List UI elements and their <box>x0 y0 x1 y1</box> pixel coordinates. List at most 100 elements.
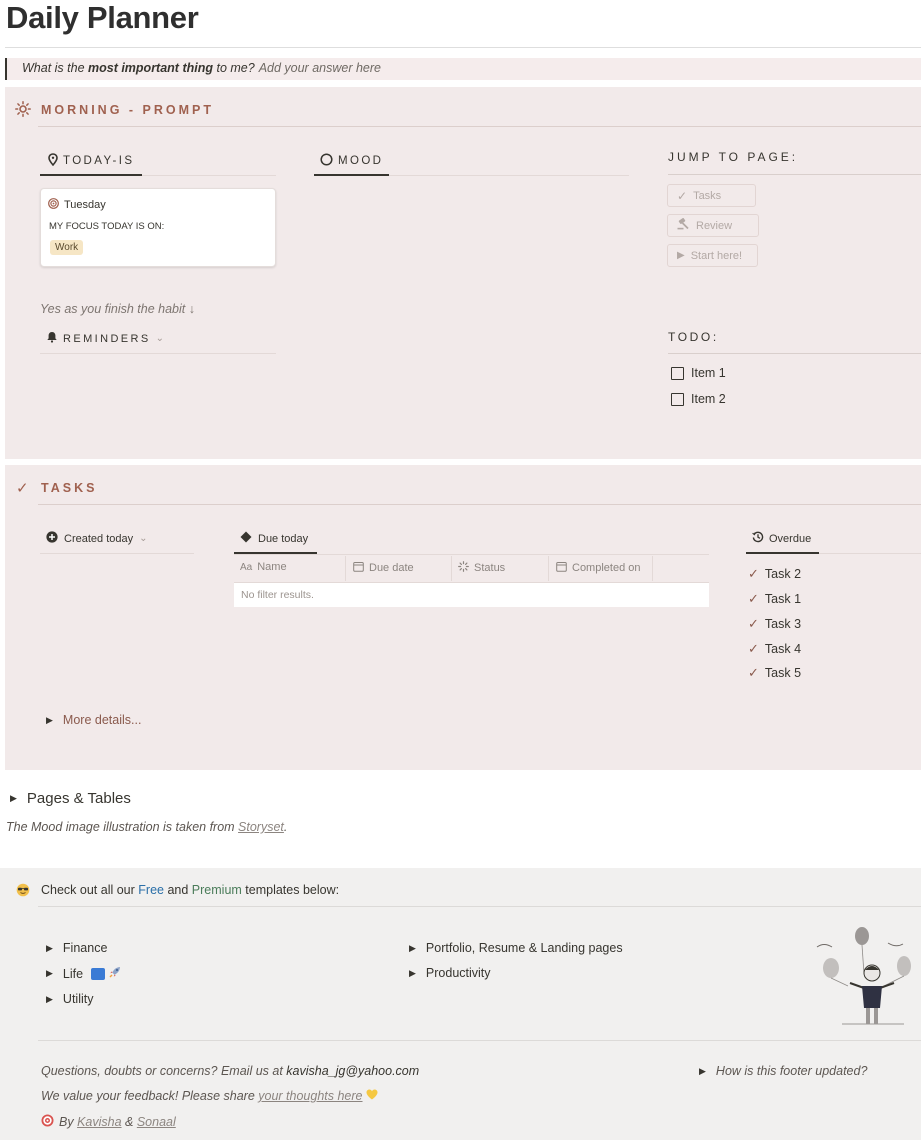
feedback-link[interactable]: your thoughts here <box>258 1089 362 1103</box>
title-divider <box>5 47 921 48</box>
today-card[interactable]: Tuesday MY FOCUS TODAY IS ON: Work <box>40 188 276 267</box>
column-header-name[interactable]: Aa Name <box>240 561 287 573</box>
jump-heading: JUMP TO PAGE: <box>668 150 799 164</box>
today-day-row: Tuesday <box>48 198 106 212</box>
overdue-task-label: Task 5 <box>764 666 802 680</box>
circle-icon <box>320 153 333 169</box>
column-header-due-date-label: Due date <box>369 562 414 574</box>
triangle-right-icon[interactable]: ▶ <box>46 943 53 954</box>
author-kavisha-link[interactable]: Kavisha <box>77 1115 121 1129</box>
column-divider <box>548 556 549 581</box>
tab-overdue-underline <box>746 552 819 554</box>
column-header-name-label: Name <box>257 561 287 573</box>
check-icon: ✓ <box>748 641 759 656</box>
footer-divider <box>38 906 921 907</box>
tab-row-divider <box>142 175 276 176</box>
check-icon: ✓ <box>748 616 759 631</box>
column-header-due-date[interactable]: Due date <box>353 561 414 575</box>
triangle-right-icon[interactable]: ▶ <box>699 1066 706 1077</box>
portfolio-label: Portfolio, Resume & Landing pages <box>425 941 623 955</box>
tab-due-today[interactable]: Due today <box>240 531 308 546</box>
by-label: By <box>59 1115 78 1129</box>
jump-tasks-button[interactable]: ✓ Tasks <box>667 184 756 207</box>
gavel-icon <box>677 218 690 233</box>
credit-suffix: . <box>283 820 288 834</box>
productivity-label: Productivity <box>425 966 491 980</box>
overdue-task[interactable]: ✓ Task 3 <box>748 616 801 632</box>
tasks-heading: TASKS <box>41 481 98 495</box>
chevron-down-icon[interactable]: ⌄ <box>139 533 147 544</box>
credit-prefix: The Mood image illustration is taken fro… <box>6 820 239 834</box>
spinner-icon <box>458 561 469 575</box>
overdue-task[interactable]: ✓ Task 1 <box>748 591 801 607</box>
column-divider <box>652 556 653 581</box>
premium-link[interactable]: Premium <box>192 883 242 897</box>
created-divider <box>40 553 194 554</box>
footer-update-toggle[interactable]: ▶ How is this footer updated? <box>699 1064 867 1078</box>
triangle-right-icon[interactable]: ▶ <box>409 968 416 979</box>
todo-item-label: Item 2 <box>691 392 726 406</box>
life-label: Life <box>62 966 84 981</box>
more-details-toggle[interactable]: ▶ More details... <box>46 713 141 727</box>
footer-bottom-divider <box>38 1040 921 1041</box>
location-pin-icon <box>48 153 58 169</box>
overdue-task-label: Task 1 <box>764 592 802 606</box>
overdue-task[interactable]: ✓ Task 2 <box>748 566 801 582</box>
tab-created-today[interactable]: Created today ⌄ <box>46 531 148 546</box>
check-icon: ✓ <box>748 665 759 680</box>
triangle-right-icon[interactable]: ▶ <box>409 943 416 954</box>
productivity-toggle[interactable]: ▶ Productivity <box>409 966 491 980</box>
utility-toggle[interactable]: ▶ Utility <box>46 992 93 1006</box>
finance-toggle[interactable]: ▶ Finance <box>46 941 107 955</box>
storyset-link[interactable]: Storyset <box>238 820 284 834</box>
free-link[interactable]: Free <box>138 883 164 897</box>
jump-review-button[interactable]: Review <box>667 214 759 237</box>
portfolio-toggle[interactable]: ▶ Portfolio, Resume & Landing pages <box>409 941 623 955</box>
tab-created-today-label: Created today <box>64 532 134 545</box>
amp-label: & <box>121 1115 137 1129</box>
authors-line: By Kavisha & Sonaal <box>41 1114 176 1130</box>
check-icon: ✓ <box>748 566 759 581</box>
email-address[interactable]: kavisha_jg@yahoo.com <box>286 1064 419 1078</box>
todo-divider <box>668 353 921 354</box>
overdue-task[interactable]: ✓ Task 5 <box>748 665 801 681</box>
life-toggle[interactable]: ▶ Life <box>46 966 121 981</box>
tab-mood-underline <box>314 174 389 176</box>
questions-prefix: Questions, doubts or concerns? Email us … <box>41 1064 287 1078</box>
todo-item[interactable]: Item 1 <box>671 366 726 380</box>
tab-mood[interactable]: MOOD <box>320 153 383 169</box>
triangle-right-icon[interactable]: ▶ <box>46 994 53 1005</box>
table-top-border <box>234 554 709 555</box>
todo-item-label: Item 1 <box>691 366 726 380</box>
chevron-down-icon[interactable]: ⌄ <box>156 333 164 344</box>
tab-overdue[interactable]: Overdue <box>752 531 811 546</box>
calendar-icon <box>353 561 364 575</box>
checkbox[interactable] <box>671 392 684 406</box>
jump-start-label: Start here! <box>690 249 743 262</box>
jump-start-button[interactable]: ▶ Start here! <box>667 244 758 267</box>
overdue-task[interactable]: ✓ Task 4 <box>748 641 801 657</box>
column-header-status[interactable]: Status <box>458 561 505 575</box>
triangle-right-icon[interactable]: ▶ <box>46 968 53 979</box>
empty-table-row: No filter results. <box>234 582 709 607</box>
jump-tasks-label: Tasks <box>693 189 722 202</box>
prompt-suffix: to me? <box>213 61 255 75</box>
triangle-right-icon[interactable]: ▶ <box>10 793 17 804</box>
history-icon <box>752 531 764 546</box>
tab-reminders[interactable]: REMINDERS ⌄ <box>46 331 164 346</box>
morning-prompt-panel <box>5 87 921 459</box>
column-header-completed-on[interactable]: Completed on <box>556 561 641 575</box>
checkbox[interactable] <box>671 366 684 380</box>
pages-tables-toggle[interactable]: ▶ Pages & Tables <box>10 790 131 807</box>
overdue-divider <box>819 553 921 554</box>
intro-prefix: Check out all our <box>41 883 139 897</box>
focus-tag: Work <box>50 240 84 255</box>
author-sonaal-link[interactable]: Sonaal <box>137 1115 176 1129</box>
column-header-status-label: Status <box>474 562 506 574</box>
tab-today-is[interactable]: TODAY-IS <box>48 153 134 169</box>
todo-item[interactable]: Item 2 <box>671 392 726 406</box>
important-thing-prompt[interactable]: What is the most important thing to me? A… <box>5 58 921 80</box>
triangle-right-icon[interactable]: ▶ <box>46 715 53 726</box>
tab-due-today-label: Due today <box>258 532 309 545</box>
prompt-placeholder[interactable]: Add your answer here <box>259 61 381 75</box>
